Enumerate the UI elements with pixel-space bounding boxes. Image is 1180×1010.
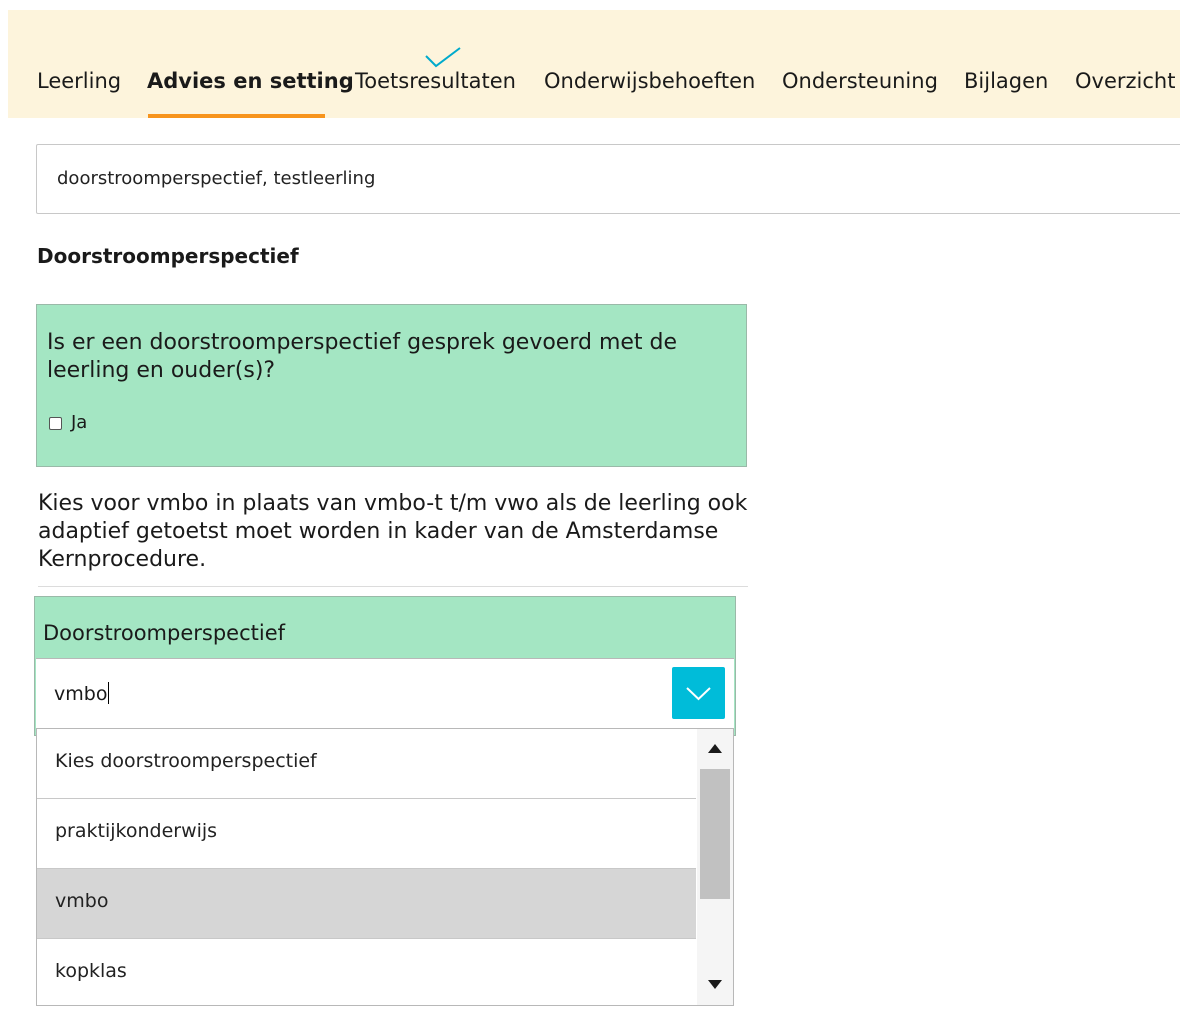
- tab-bijlagen[interactable]: Bijlagen: [964, 68, 1048, 94]
- tab-overzicht[interactable]: Overzicht: [1075, 68, 1175, 94]
- student-search-field[interactable]: doorstroomperspectief, testleerling: [36, 144, 1180, 214]
- option-vmbo[interactable]: vmbo: [37, 869, 696, 939]
- text-caret: [108, 682, 110, 704]
- scroll-down-button[interactable]: [697, 969, 733, 1003]
- info-text: Kies voor vmbo in plaats van vmbo-t t/m …: [38, 491, 748, 572]
- scroll-up-button[interactable]: [697, 729, 733, 763]
- option-label: praktijkonderwijs: [55, 820, 218, 842]
- option-praktijkonderwijs[interactable]: praktijkonderwijs: [37, 799, 696, 869]
- tab-ondersteuning[interactable]: Ondersteuning: [782, 68, 938, 94]
- tab-advies-en-setting[interactable]: Advies en setting: [147, 68, 354, 94]
- dropdown-scrollbar[interactable]: [697, 729, 733, 1005]
- scroll-thumb[interactable]: [700, 769, 730, 899]
- perspective-combobox[interactable]: vmbo: [36, 658, 734, 728]
- active-tab-indicator: [148, 114, 325, 118]
- question-text: Is er een doorstroomperspectief gesprek …: [47, 330, 678, 383]
- select-label: Doorstroomperspectief: [43, 621, 286, 645]
- arrow-down-icon: [708, 980, 722, 989]
- dropdown-list: Kies doorstroomperspectief praktijkonder…: [36, 728, 734, 1006]
- check-icon: [425, 47, 461, 68]
- arrow-up-icon: [708, 744, 722, 753]
- checkbox-row: Ja: [49, 411, 87, 435]
- dropdown-toggle-button[interactable]: [672, 667, 725, 719]
- select-value: vmbo: [54, 681, 110, 707]
- option-label: Kies doorstroomperspectief: [55, 750, 317, 772]
- option-label: kopklas: [55, 960, 127, 982]
- conversation-question-panel: Is er een doorstroomperspectief gesprek …: [36, 304, 747, 467]
- section-title: Doorstroomperspectief: [37, 244, 299, 268]
- divider: [38, 586, 748, 587]
- tab-onderwijsbehoeften[interactable]: Onderwijsbehoeften: [544, 68, 755, 94]
- checkbox-label: Ja: [71, 412, 88, 433]
- tab-toetsresultaten[interactable]: Toetsresultaten: [355, 68, 516, 94]
- tab-leerling[interactable]: Leerling: [37, 68, 121, 94]
- option-label: vmbo: [55, 890, 109, 912]
- select-value-text: vmbo: [54, 683, 108, 705]
- search-value: doorstroomperspectief, testleerling: [57, 168, 376, 189]
- tab-bar: Leerling Advies en setting Toetsresultat…: [8, 10, 1180, 118]
- option-kies-doorstroomperspectief[interactable]: Kies doorstroomperspectief: [37, 729, 696, 799]
- chevron-down-icon: [686, 687, 711, 701]
- ja-checkbox[interactable]: [49, 416, 62, 430]
- option-kopklas[interactable]: kopklas: [37, 939, 696, 1005]
